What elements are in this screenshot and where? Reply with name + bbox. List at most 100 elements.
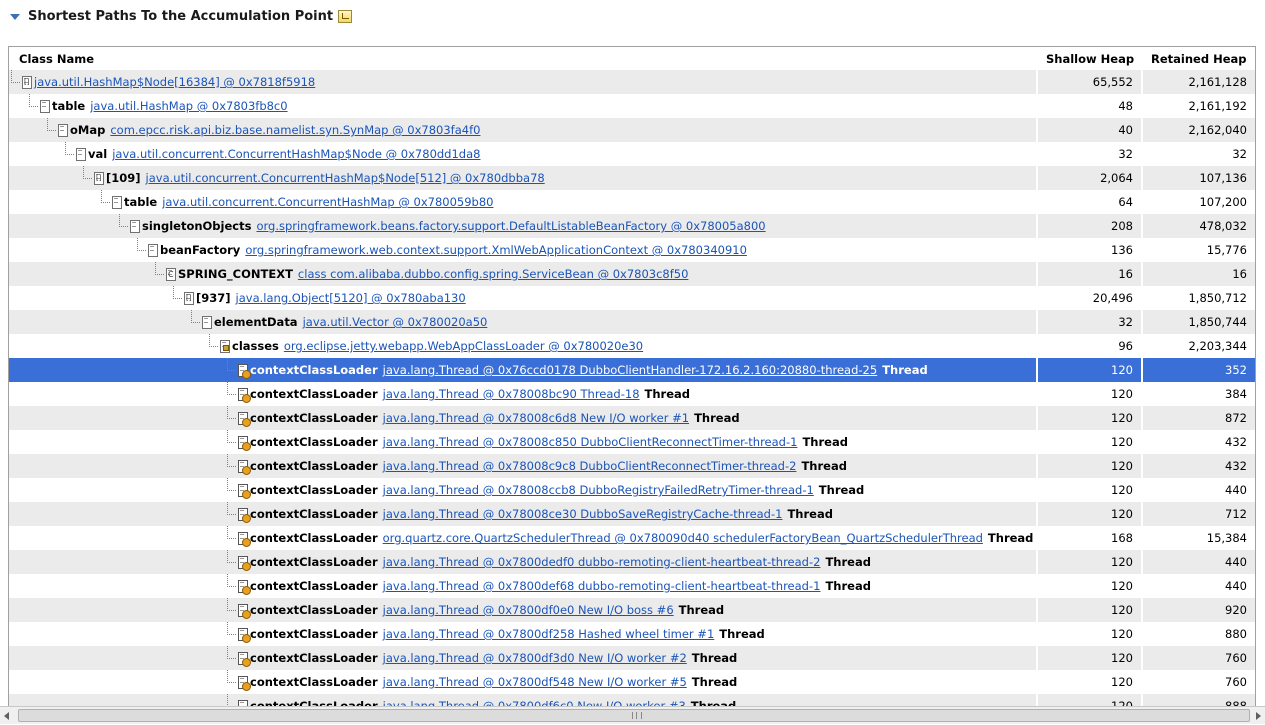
cell-class-name[interactable]: contextClassLoader java.lang.Thread @ 0x7… <box>9 622 1036 646</box>
table-row[interactable]: contextClassLoader java.lang.Thread @ 0x7… <box>9 358 1255 382</box>
object-link[interactable]: java.lang.Thread @ 0x78008ccb8 DubboRegi… <box>383 483 814 497</box>
cell-class-name[interactable]: contextClassLoader java.lang.Thread @ 0x7… <box>9 598 1036 622</box>
cell-class-name[interactable]: SPRING_CONTEXT class com.alibaba.dubbo.co… <box>9 262 1036 286</box>
object-link[interactable]: java.lang.Thread @ 0x78008c9c8 DubboClie… <box>383 459 797 473</box>
object-link[interactable]: java.util.Vector @ 0x780020a50 <box>303 315 488 329</box>
table-row[interactable]: table java.util.concurrent.ConcurrentHash… <box>9 190 1255 214</box>
field-name: SPRING_CONTEXT <box>178 267 293 281</box>
cell-class-name[interactable]: table java.util.HashMap @ 0x7803fb8c0 <box>9 94 1036 118</box>
cell-class-name[interactable]: contextClassLoader java.lang.Thread @ 0x7… <box>9 454 1036 478</box>
cell-class-name[interactable]: contextClassLoader java.lang.Thread @ 0x7… <box>9 670 1036 694</box>
object-icon <box>58 123 68 137</box>
field-name: contextClassLoader <box>250 531 378 545</box>
object-link[interactable]: java.lang.Thread @ 0x78008ce30 DubboSave… <box>383 507 783 521</box>
cell-class-name[interactable]: table java.util.concurrent.ConcurrentHash… <box>9 190 1036 214</box>
object-link[interactable]: java.util.HashMap$Node[16384] @ 0x7818f5… <box>34 75 315 89</box>
cell-class-name[interactable]: contextClassLoader java.lang.Thread @ 0x7… <box>9 406 1036 430</box>
table-row[interactable]: [937] java.lang.Object[5120] @ 0x780aba13… <box>9 286 1255 310</box>
cell-class-name[interactable]: java.util.HashMap$Node[16384] @ 0x7818f5… <box>9 70 1036 94</box>
object-link[interactable]: java.lang.Thread @ 0x7800dedf0 dubbo-rem… <box>383 555 821 569</box>
object-type-suffix: Thread <box>818 483 865 497</box>
tree-guide-line <box>9 382 238 406</box>
cell-class-name[interactable]: beanFactory org.springframework.web.conte… <box>9 238 1036 262</box>
cell-class-name[interactable]: contextClassLoader java.lang.Thread @ 0x7… <box>9 478 1036 502</box>
column-header-class-name[interactable]: Class Name <box>19 52 94 66</box>
object-link[interactable]: java.lang.Object[5120] @ 0x780aba130 <box>236 291 466 305</box>
table-row[interactable]: contextClassLoader java.lang.Thread @ 0x7… <box>9 670 1255 694</box>
cell-class-name[interactable]: contextClassLoader java.lang.Thread @ 0x7… <box>9 646 1036 670</box>
scroll-thumb[interactable] <box>18 709 1250 722</box>
cell-class-name[interactable]: singletonObjects org.springframework.bean… <box>9 214 1036 238</box>
cell-class-name[interactable]: contextClassLoader java.lang.Thread @ 0x7… <box>9 358 1036 382</box>
collapse-triangle-icon[interactable] <box>10 14 20 20</box>
cell-class-name[interactable]: val java.util.concurrent.ConcurrentHashMa… <box>9 142 1036 166</box>
table-row[interactable]: contextClassLoader java.lang.Thread @ 0x7… <box>9 646 1255 670</box>
object-link[interactable]: java.lang.Thread @ 0x7800df548 New I/O w… <box>383 675 687 689</box>
table-row[interactable]: contextClassLoader java.lang.Thread @ 0x7… <box>9 622 1255 646</box>
table-row[interactable]: contextClassLoader java.lang.Thread @ 0x7… <box>9 430 1255 454</box>
object-link[interactable]: java.lang.Thread @ 0x7800df258 Hashed wh… <box>383 627 715 641</box>
cell-class-name[interactable]: contextClassLoader java.lang.Thread @ 0x7… <box>9 430 1036 454</box>
table-row[interactable]: contextClassLoader java.lang.Thread @ 0x7… <box>9 502 1255 526</box>
cell-class-name[interactable]: contextClassLoader java.lang.Thread @ 0x7… <box>9 502 1036 526</box>
cell-class-name[interactable]: oMap com.epcc.risk.api.biz.base.namelist.… <box>9 118 1036 142</box>
object-link[interactable]: java.lang.Thread @ 0x78008c850 DubboClie… <box>383 435 798 449</box>
paths-tree-table[interactable]: Class Name Shallow Heap Retained Heap ja… <box>8 46 1256 708</box>
column-header-shallow-heap[interactable]: Shallow Heap <box>1046 52 1134 66</box>
object-link[interactable]: java.util.HashMap @ 0x7803fb8c0 <box>90 99 287 113</box>
table-row[interactable]: classes org.eclipse.jetty.webapp.WebAppCl… <box>9 334 1255 358</box>
thread-icon <box>238 435 251 451</box>
object-link[interactable]: java.lang.Thread @ 0x7800def68 dubbo-rem… <box>383 579 821 593</box>
scroll-left-arrow-icon[interactable] <box>4 712 9 720</box>
object-link[interactable]: org.springframework.beans.factory.suppor… <box>256 219 765 233</box>
object-link[interactable]: class com.alibaba.dubbo.config.spring.Se… <box>298 267 689 281</box>
horizontal-scrollbar[interactable] <box>0 706 1265 724</box>
object-link[interactable]: java.util.concurrent.ConcurrentHashMap @… <box>162 195 493 209</box>
table-row[interactable]: val java.util.concurrent.ConcurrentHashMa… <box>9 142 1255 166</box>
object-link[interactable]: java.lang.Thread @ 0x7800df3d0 New I/O w… <box>383 651 687 665</box>
cell-class-name[interactable]: [937] java.lang.Object[5120] @ 0x780aba13… <box>9 286 1036 310</box>
cell-class-name[interactable]: elementData java.util.Vector @ 0x780020a5… <box>9 310 1036 334</box>
cell-class-name[interactable]: contextClassLoader org.quartz.core.Quartz… <box>9 526 1036 550</box>
table-row[interactable]: contextClassLoader java.lang.Thread @ 0x7… <box>9 382 1255 406</box>
cell-class-name[interactable]: contextClassLoader java.lang.Thread @ 0x7… <box>9 550 1036 574</box>
tree-guide-line <box>9 166 94 190</box>
cell-class-name[interactable]: [109] java.util.concurrent.ConcurrentHash… <box>9 166 1036 190</box>
field-name: [937] <box>196 291 231 305</box>
table-row[interactable]: contextClassLoader java.lang.Thread @ 0x7… <box>9 550 1255 574</box>
table-row[interactable]: elementData java.util.Vector @ 0x780020a5… <box>9 310 1255 334</box>
object-link[interactable]: java.lang.Thread @ 0x76ccd0178 DubboClie… <box>383 363 878 377</box>
table-row[interactable]: contextClassLoader org.quartz.core.Quartz… <box>9 526 1255 550</box>
table-row[interactable]: contextClassLoader java.lang.Thread @ 0x7… <box>9 478 1255 502</box>
object-link[interactable]: org.eclipse.jetty.webapp.WebAppClassLoad… <box>284 339 643 353</box>
query-icon[interactable] <box>338 9 353 23</box>
table-row[interactable]: SPRING_CONTEXT class com.alibaba.dubbo.co… <box>9 262 1255 286</box>
table-row[interactable]: singletonObjects org.springframework.bean… <box>9 214 1255 238</box>
table-row[interactable]: beanFactory org.springframework.web.conte… <box>9 238 1255 262</box>
scroll-right-arrow-icon[interactable] <box>1256 712 1261 720</box>
table-row[interactable]: java.util.HashMap$Node[16384] @ 0x7818f5… <box>9 70 1255 94</box>
table-row[interactable]: table java.util.HashMap @ 0x7803fb8c0 48 2,… <box>9 94 1255 118</box>
object-link[interactable]: java.lang.Thread @ 0x78008bc90 Thread-18 <box>383 387 640 401</box>
table-row[interactable]: oMap com.epcc.risk.api.biz.base.namelist.… <box>9 118 1255 142</box>
object-link[interactable]: java.util.concurrent.ConcurrentHashMap$N… <box>146 171 545 185</box>
object-link[interactable]: java.util.concurrent.ConcurrentHashMap$N… <box>112 147 480 161</box>
table-row[interactable]: contextClassLoader java.lang.Thread @ 0x7… <box>9 598 1255 622</box>
array-icon <box>22 75 32 89</box>
table-row[interactable]: contextClassLoader java.lang.Thread @ 0x7… <box>9 406 1255 430</box>
table-row[interactable]: [109] java.util.concurrent.ConcurrentHash… <box>9 166 1255 190</box>
cell-class-name[interactable]: contextClassLoader java.lang.Thread @ 0x7… <box>9 382 1036 406</box>
cell-class-name[interactable]: classes org.eclipse.jetty.webapp.WebAppCl… <box>9 334 1036 358</box>
object-link[interactable]: org.springframework.web.context.support.… <box>245 243 747 257</box>
section-header[interactable]: Shortest Paths To the Accumulation Point <box>10 6 353 26</box>
object-link[interactable]: java.lang.Thread @ 0x78008c6d8 New I/O w… <box>383 411 689 425</box>
object-link[interactable]: java.lang.Thread @ 0x7800df0e0 New I/O b… <box>383 603 674 617</box>
cell-shallow-heap: 16 <box>1036 262 1141 286</box>
table-row[interactable]: contextClassLoader java.lang.Thread @ 0x7… <box>9 574 1255 598</box>
table-row[interactable]: contextClassLoader java.lang.Thread @ 0x7… <box>9 454 1255 478</box>
object-link[interactable]: org.quartz.core.QuartzSchedulerThread @ … <box>383 531 983 545</box>
cell-class-name[interactable]: contextClassLoader java.lang.Thread @ 0x7… <box>9 574 1036 598</box>
cell-shallow-heap: 136 <box>1036 238 1141 262</box>
object-link[interactable]: com.epcc.risk.api.biz.base.namelist.syn.… <box>110 123 480 137</box>
column-header-retained-heap[interactable]: Retained Heap <box>1151 52 1247 66</box>
